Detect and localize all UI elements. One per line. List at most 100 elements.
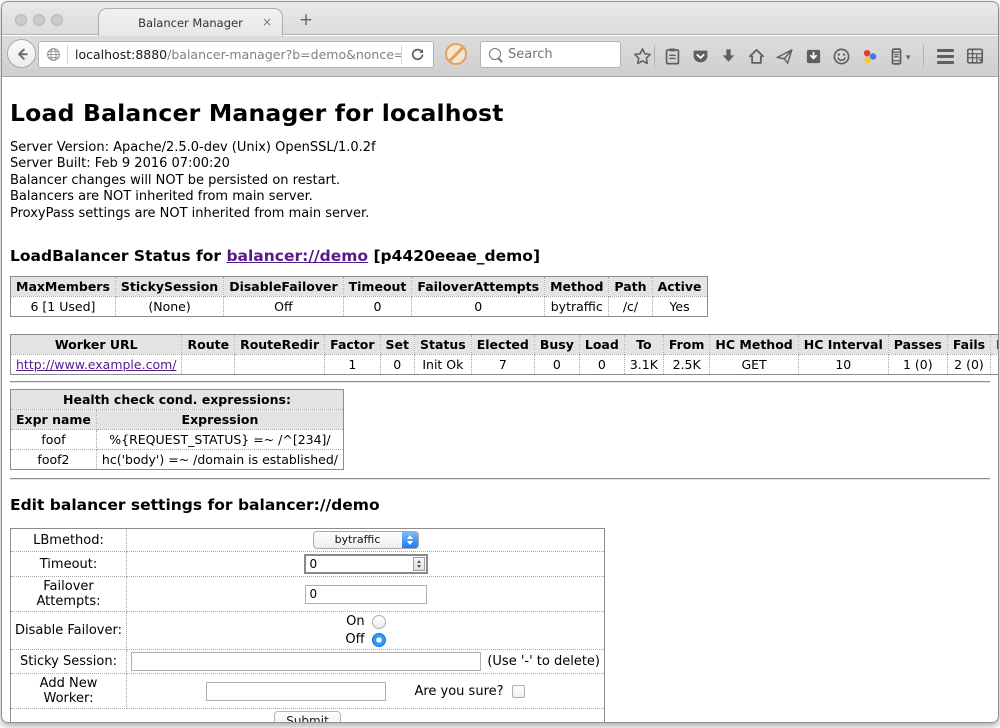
- col-status: Status: [415, 335, 472, 355]
- lbmethod-select[interactable]: bytraffic: [313, 531, 419, 549]
- server-version-line: Server Version: Apache/2.5.0-dev (Unix) …: [10, 140, 990, 156]
- traffic-light-zoom-button[interactable]: [51, 14, 63, 26]
- chat-button[interactable]: [828, 43, 854, 69]
- url-domain: localhost:8880: [75, 47, 167, 62]
- cell-hc-interval: 10: [798, 355, 888, 375]
- newspaper-extension-button[interactable]: [962, 43, 988, 69]
- failover-attempts-row: Failover Attempts:: [11, 577, 605, 612]
- are-you-sure-checkbox[interactable]: [512, 685, 525, 698]
- disable-failover-on-radio[interactable]: [372, 615, 386, 629]
- col-fails: Fails: [947, 335, 990, 355]
- cell-expression-1: %{REQUEST_STATUS} =~ /^[234]/: [96, 430, 343, 450]
- cell-stickysession: (None): [115, 297, 223, 317]
- reading-list-button[interactable]: [659, 43, 685, 69]
- back-button[interactable]: [7, 39, 36, 68]
- proxypass-note-line: ProxyPass settings are NOT inherited fro…: [10, 206, 990, 222]
- cell-maxmembers: 6 [1 Used]: [11, 297, 116, 317]
- disable-failover-label: Disable Failover:: [11, 612, 127, 650]
- content-blocker-icon[interactable]: [445, 43, 467, 65]
- col-expr-name: Expr name: [11, 410, 97, 430]
- traffic-light-minimize-button[interactable]: [33, 14, 45, 26]
- menu-button[interactable]: [932, 43, 958, 69]
- worker-url-link[interactable]: http://www.example.com/: [16, 357, 176, 372]
- col-expression: Expression: [96, 410, 343, 430]
- cell-elected: 7: [471, 355, 534, 375]
- submit-button[interactable]: Submit: [274, 711, 341, 722]
- balancer-table-header-row: MaxMembers StickySession DisableFailover…: [11, 277, 708, 297]
- cell-expression-2: hc('body') =~ /domain is established/: [96, 450, 343, 470]
- balancer-demo-link[interactable]: balancer://demo: [226, 247, 368, 265]
- failover-attempts-input[interactable]: [305, 585, 427, 604]
- col-maxmembers: MaxMembers: [11, 277, 116, 297]
- send-tab-button[interactable]: [771, 43, 797, 69]
- home-button[interactable]: [743, 43, 769, 69]
- new-tab-button[interactable]: +: [295, 10, 317, 30]
- sticky-session-input[interactable]: [131, 652, 481, 671]
- add-worker-label: Add New Worker:: [11, 674, 127, 709]
- select-stepper-icon: [402, 532, 418, 548]
- submit-row: Submit: [11, 709, 605, 722]
- dropdown-caret-icon[interactable]: ▾: [906, 53, 911, 63]
- tab-strip: Balancer Manager × +: [2, 2, 998, 35]
- traffic-light-close-button[interactable]: [15, 14, 27, 26]
- sticky-session-row: Sticky Session: (Use '-' to delete): [11, 650, 605, 674]
- downloads-button[interactable]: [715, 43, 741, 69]
- are-you-sure-label: Are you sure?: [414, 684, 503, 699]
- col-method: Method: [545, 277, 609, 297]
- colored-dots-button[interactable]: [856, 43, 882, 69]
- search-bar[interactable]: [480, 41, 621, 68]
- pocket-button[interactable]: [687, 43, 713, 69]
- lbmethod-row: LBmethod: bytraffic: [11, 529, 605, 552]
- col-from: From: [663, 335, 710, 355]
- download-arrow-icon: [719, 47, 738, 66]
- page-title: Load Balancer Manager for localhost: [10, 99, 990, 127]
- loadbalancer-status-heading: LoadBalancer Status for balancer://demo …: [10, 247, 990, 265]
- col-hc-method: HC Method: [710, 335, 798, 355]
- url-path: /balancer-manager?b=demo&nonce=decc37be-…: [167, 47, 401, 62]
- server-built-line: Server Built: Feb 9 2016 07:00:20: [10, 156, 990, 172]
- col-timeout: Timeout: [343, 277, 412, 297]
- col-factor: Factor: [325, 335, 380, 355]
- cell-load: 0: [579, 355, 624, 375]
- timeout-input[interactable]: [304, 554, 428, 574]
- site-identity-globe-icon[interactable]: [39, 47, 67, 62]
- timeout-label: Timeout:: [11, 552, 127, 577]
- col-set: Set: [380, 335, 414, 355]
- star-icon: [633, 47, 652, 66]
- tab-close-icon[interactable]: ×: [262, 15, 272, 29]
- col-failoverattempts: FailoverAttempts: [412, 277, 545, 297]
- cell-hc-method: GET: [710, 355, 798, 375]
- toolbar-divider: [654, 45, 655, 67]
- disable-failover-off-radio[interactable]: [372, 633, 386, 647]
- number-spinner-icon[interactable]: [413, 557, 425, 571]
- cell-disablefailover: Off: [224, 297, 343, 317]
- col-routeredir: RouteRedir: [235, 335, 325, 355]
- hamburger-icon: [937, 49, 954, 64]
- health-check-table: Health check cond. expressions: Expr nam…: [10, 389, 344, 470]
- cell-fails: 2 (0): [947, 355, 990, 375]
- search-input[interactable]: [506, 46, 620, 63]
- worker-table: Worker URL Route RouteRedir Factor Set S…: [10, 334, 998, 375]
- col-active: Active: [652, 277, 707, 297]
- tab-balancer-manager[interactable]: Balancer Manager ×: [98, 8, 283, 36]
- panel-download-button[interactable]: [800, 43, 826, 69]
- add-worker-input[interactable]: [206, 682, 386, 701]
- cell-to: 3.1K: [624, 355, 663, 375]
- cell-path: /c/: [609, 297, 652, 317]
- url-bar[interactable]: localhost:8880/balancer-manager?b=demo&n…: [38, 41, 434, 68]
- search-icon: [489, 48, 501, 60]
- add-worker-row: Add New Worker: Are you sure?: [11, 674, 605, 709]
- col-load: Load: [579, 335, 624, 355]
- col-path: Path: [609, 277, 652, 297]
- col-to: To: [624, 335, 663, 355]
- persist-note-line: Balancer changes will NOT be persisted o…: [10, 173, 990, 189]
- worker-table-row: http://www.example.com/ 1 0 Init Ok 7 0 …: [11, 355, 999, 375]
- home-icon: [747, 47, 766, 66]
- cell-hc-uri: [991, 355, 998, 375]
- reload-button[interactable]: [402, 47, 433, 62]
- url-text[interactable]: localhost:8880/balancer-manager?b=demo&n…: [68, 47, 401, 62]
- cell-factor: 1: [325, 355, 380, 375]
- bookmark-star-button[interactable]: [629, 43, 655, 69]
- radio-off-label: Off: [345, 632, 364, 647]
- cell-from: 2.5K: [663, 355, 710, 375]
